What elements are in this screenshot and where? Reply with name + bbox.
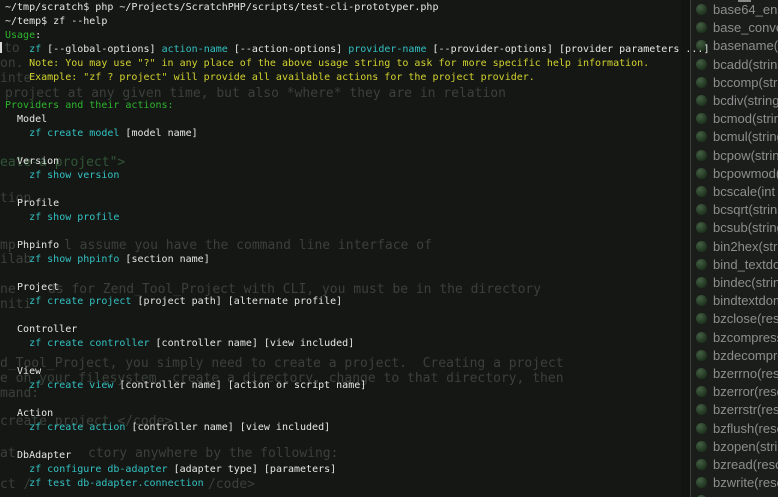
terminal-text-white: [model name] (119, 128, 197, 139)
terminal-line (0, 309, 778, 323)
terminal-text-cyan: zf configure db-adapter (29, 464, 167, 475)
terminal-line: zf test db-adapter.connection (0, 477, 778, 491)
terminal-line (0, 183, 778, 197)
terminal-output: ~/tmp/scratch$ php ~/Projects/ScratchPHP… (0, 0, 778, 491)
terminal-text-white (5, 44, 29, 55)
terminal-text-cyan: provider-name (348, 44, 426, 55)
terminal-text-cyan: zf create action (29, 422, 125, 433)
terminal-line: Project (0, 281, 778, 295)
terminal-line: zf create action [controller name] [view… (0, 421, 778, 435)
terminal-text-white (5, 128, 29, 139)
terminal-text-cyan: zf create controller (29, 338, 149, 349)
screen: toon.inteproject at any given time, but … (0, 0, 778, 497)
terminal-text-white: Action (5, 408, 53, 419)
terminal-line (0, 225, 778, 239)
terminal-text-white (5, 170, 29, 181)
terminal-text-white: [--provider-options] [provider parameter… (427, 44, 710, 55)
terminal-line: Profile (0, 197, 778, 211)
list-item[interactable] (691, 493, 778, 497)
terminal-text-green: Usage (5, 30, 35, 41)
terminal-line: Version (0, 155, 778, 169)
terminal-text-white: DbAdapter (5, 450, 71, 461)
terminal-text-white (5, 254, 29, 265)
terminal-text-cyan: zf create view (29, 380, 113, 391)
terminal-line: zf show phpinfo [section name] (0, 253, 778, 267)
terminal-line: View (0, 365, 778, 379)
terminal-text-white: [adapter type] [parameters] (168, 464, 337, 475)
terminal-text-cyan: zf test db-adapter.connection (29, 478, 204, 489)
terminal-line: zf create model [model name] (0, 127, 778, 141)
terminal-text-white: [controller name] [view included] (125, 422, 330, 433)
terminal-line (0, 393, 778, 407)
terminal-line: Controller (0, 323, 778, 337)
terminal-text-cyan: zf show version (29, 170, 119, 181)
terminal-line (0, 85, 778, 99)
terminal-text-white: : (35, 30, 41, 41)
terminal-line: zf show version (0, 169, 778, 183)
terminal-line: zf configure db-adapter [adapter type] [… (0, 463, 778, 477)
terminal-text-white (5, 478, 29, 489)
terminal-text-white: [--action-options] (228, 44, 348, 55)
terminal-line: zf show profile (0, 211, 778, 225)
terminal-text-white: [section name] (119, 254, 209, 265)
terminal-text-white (5, 296, 29, 307)
terminal-text-white: Controller (5, 324, 77, 335)
terminal-line: ~/temp$ zf --help (0, 15, 778, 29)
terminal-text-cyan: action-name (162, 44, 228, 55)
terminal-text-white (5, 338, 29, 349)
terminal-line: Providers and their actions: (0, 99, 778, 113)
terminal-text-white: Project (5, 282, 59, 293)
terminal-text-white (5, 464, 29, 475)
terminal-text-white: Profile (5, 198, 59, 209)
terminal-text-green: Providers and their actions: (5, 100, 174, 111)
terminal-text-cyan: zf create project (29, 296, 131, 307)
terminal-text-white: ~/tmp/scratch$ php ~/Projects/ScratchPHP… (5, 2, 438, 13)
terminal-line: Usage: (0, 29, 778, 43)
terminal-line (0, 351, 778, 365)
terminal-line: Example: "zf ? project" will provide all… (0, 71, 778, 85)
terminal-line: ~/tmp/scratch$ php ~/Projects/ScratchPHP… (0, 1, 778, 15)
terminal-line (0, 267, 778, 281)
terminal-text-yellow: Note: You may use "?" in any place of th… (5, 58, 649, 69)
terminal-line: zf create project [project path] [altern… (0, 295, 778, 309)
terminal-text-white (5, 380, 29, 391)
terminal-text-white: [--global-options] (41, 44, 161, 55)
terminal-text-white: View (5, 366, 41, 377)
terminal-cursor (0, 42, 2, 53)
terminal-text-yellow: Example: "zf ? project" will provide all… (5, 72, 535, 83)
terminal-line: Note: You may use "?" in any place of th… (0, 57, 778, 71)
terminal-text-cyan: zf (29, 44, 41, 55)
terminal-line (0, 435, 778, 449)
terminal-text-cyan: zf create model (29, 128, 119, 139)
terminal-line (0, 141, 778, 155)
terminal-text-white: Version (5, 156, 59, 167)
terminal-line: Phpinfo (0, 239, 778, 253)
terminal-line: zf create view [controller name] [action… (0, 379, 778, 393)
terminal-text-white: Phpinfo (5, 240, 59, 251)
terminal-line: DbAdapter (0, 449, 778, 463)
terminal-text-white: ~/temp$ zf --help (5, 16, 107, 27)
terminal-line: zf create controller [controller name] [… (0, 337, 778, 351)
terminal-text-cyan: zf show profile (29, 212, 119, 223)
terminal-text-white: [controller name] [action or script name… (113, 380, 366, 391)
terminal-line: Model (0, 113, 778, 127)
terminal-text-white: [project path] [alternate profile] (131, 296, 342, 307)
terminal-text-cyan: zf show phpinfo (29, 254, 119, 265)
terminal-text-white: [controller name] [view included] (150, 338, 355, 349)
terminal-text-white (5, 212, 29, 223)
terminal-text-white: Model (5, 114, 47, 125)
terminal-line: Action (0, 407, 778, 421)
terminal-text-white (5, 422, 29, 433)
terminal-line: zf [--global-options] action-name [--act… (0, 43, 778, 57)
